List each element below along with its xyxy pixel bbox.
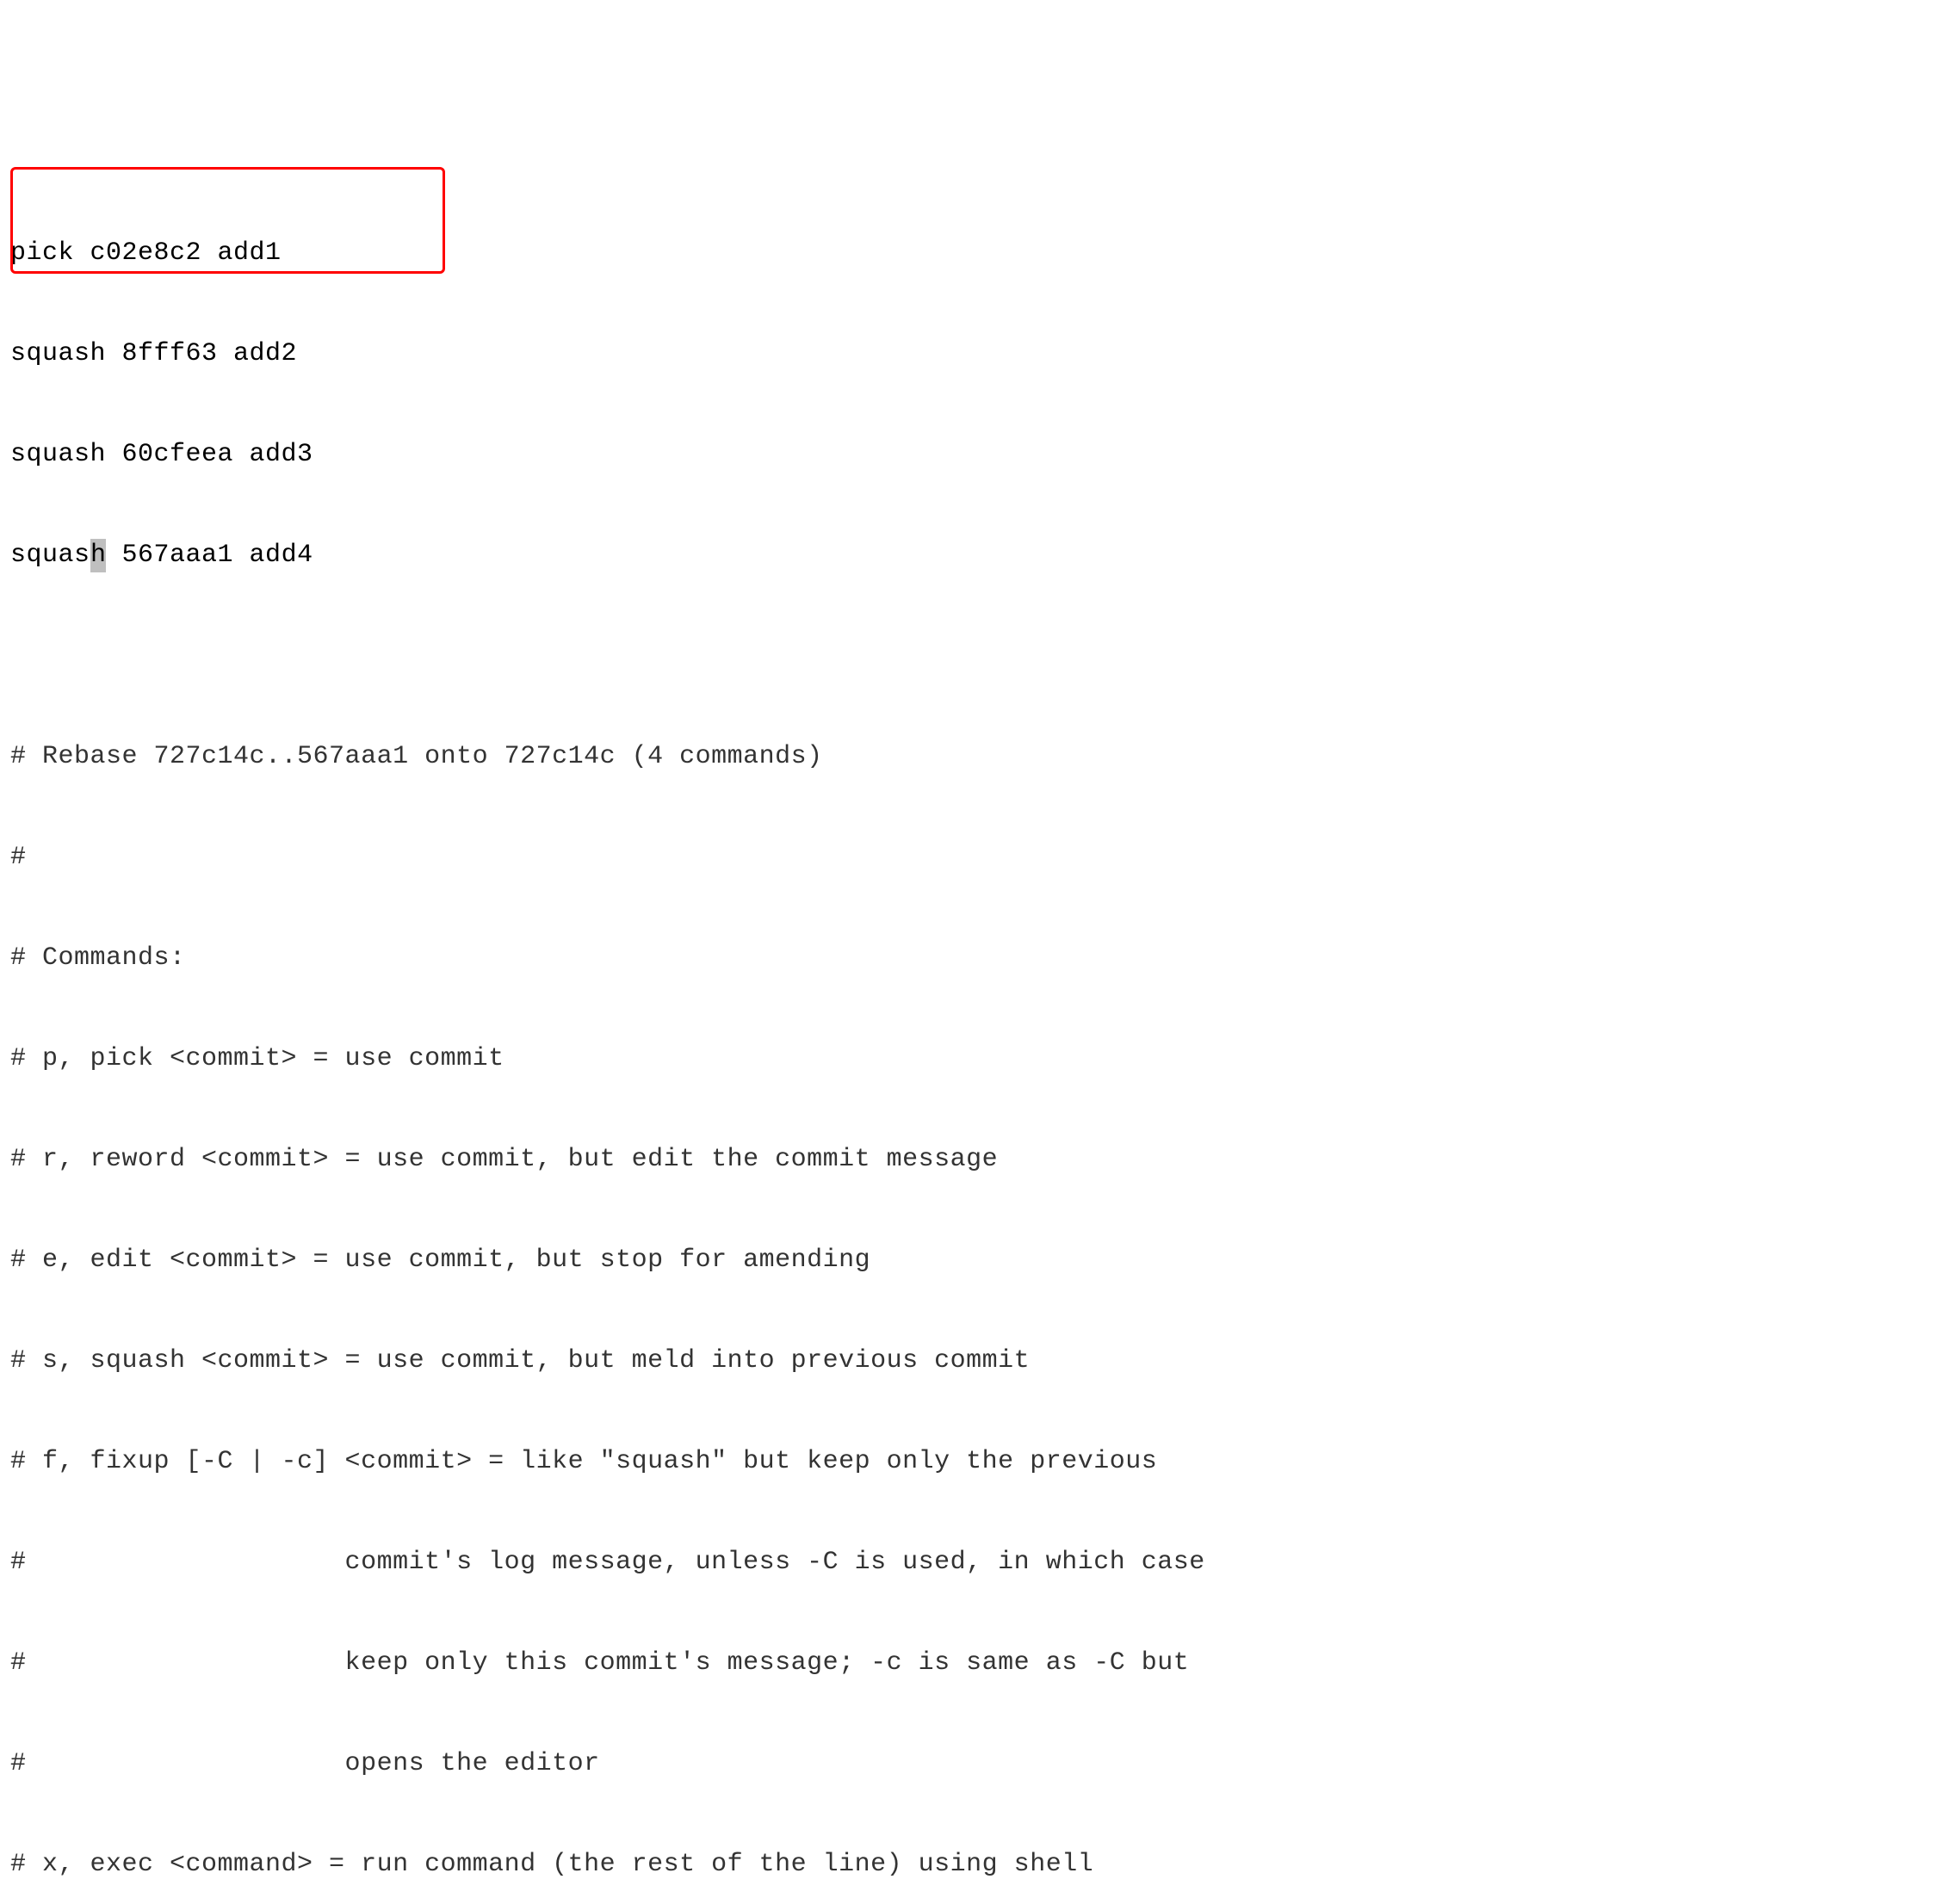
- comment-line[interactable]: # commit's log message, unless -C is use…: [10, 1546, 1946, 1579]
- blank-line[interactable]: [10, 640, 1946, 673]
- comment-line[interactable]: # s, squash <commit> = use commit, but m…: [10, 1345, 1946, 1378]
- comment-line[interactable]: # keep only this commit's message; -c is…: [10, 1647, 1946, 1680]
- commit-line[interactable]: pick c02e8c2 add1: [10, 237, 1946, 270]
- comment-line[interactable]: # opens the editor: [10, 1747, 1946, 1781]
- commit-line-highlighted-cursor[interactable]: squashh 567aaa1 add4: [10, 539, 1946, 572]
- text-after-cursor: 567aaa1 add4: [106, 541, 313, 570]
- comment-line[interactable]: # Rebase 727c14c..567aaa1 onto 727c14c (…: [10, 740, 1946, 774]
- text-cursor: h: [90, 539, 106, 572]
- comment-line[interactable]: #: [10, 841, 1946, 875]
- comment-line[interactable]: # f, fixup [-C | -c] <commit> = like "sq…: [10, 1445, 1946, 1479]
- commit-line-highlighted[interactable]: squash 60cfeea add3: [10, 438, 1946, 472]
- text-before-cursor: squas: [10, 541, 90, 570]
- commit-line-highlighted[interactable]: squash 8fff63 add2: [10, 337, 1946, 371]
- comment-line[interactable]: # x, exec <command> = run command (the r…: [10, 1848, 1946, 1882]
- comment-line[interactable]: # p, pick <commit> = use commit: [10, 1042, 1946, 1076]
- git-rebase-editor[interactable]: pick c02e8c2 add1 squash 8fff63 add2 squ…: [10, 136, 1946, 1904]
- comment-line[interactable]: # e, edit <commit> = use commit, but sto…: [10, 1244, 1946, 1277]
- comment-line[interactable]: # r, reword <commit> = use commit, but e…: [10, 1143, 1946, 1177]
- comment-line[interactable]: # Commands:: [10, 942, 1946, 975]
